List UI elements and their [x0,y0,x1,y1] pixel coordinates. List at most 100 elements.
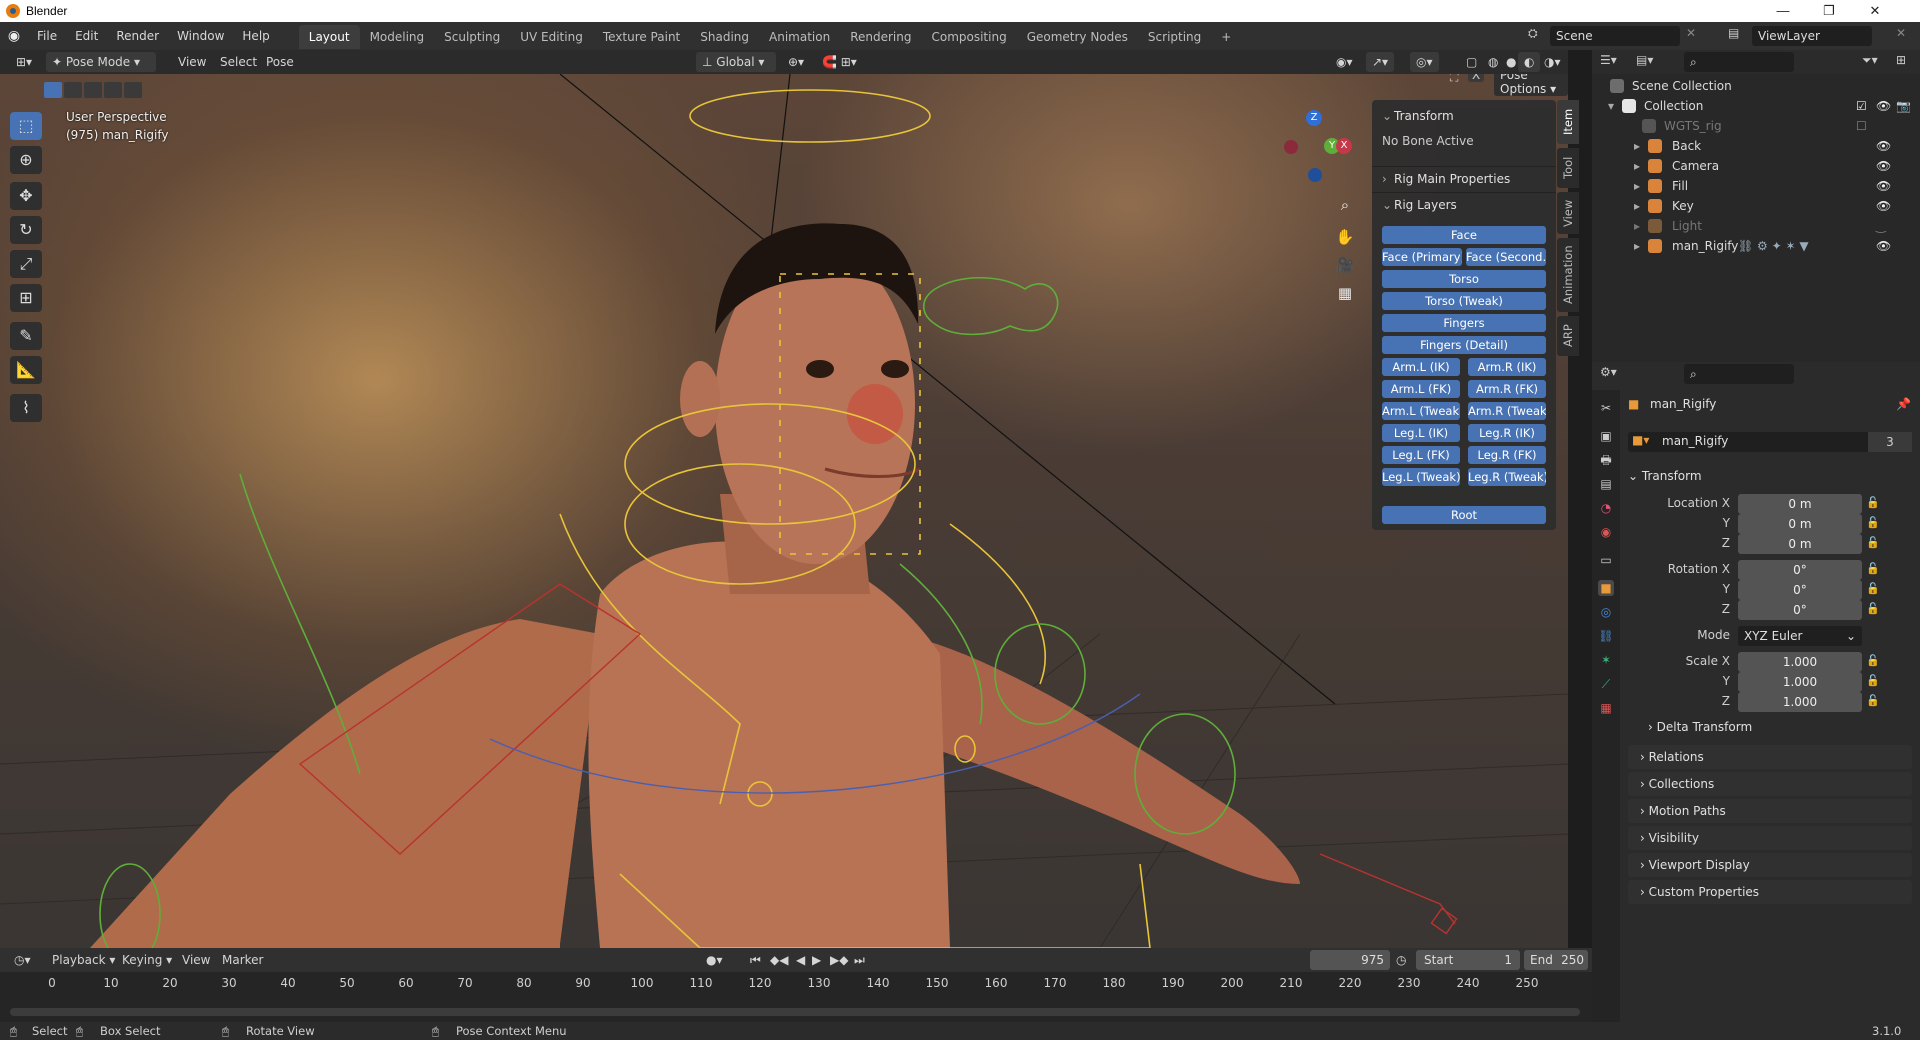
layer-leg-l-ik-button[interactable]: Leg.L (IK) [1382,424,1460,442]
eye-icon[interactable]: 👁 [1876,96,1891,116]
layer-root-button[interactable]: Root [1382,506,1546,524]
tab-tool[interactable]: Tool [1557,148,1579,188]
menu-render[interactable]: Render [107,22,168,50]
eye-icon[interactable]: 👁 [1876,196,1891,216]
gizmo-neg-z-axis[interactable] [1308,168,1322,182]
menu-edit[interactable]: Edit [66,22,107,50]
tab-modeling[interactable]: Modeling [360,25,435,49]
properties-editor-icon[interactable]: ⚙▾ [1600,365,1617,379]
rig-layers-section-header[interactable]: ⌄ Rig Layers [1372,192,1556,216]
current-frame-field[interactable]: 975 [1310,950,1390,970]
close-icon[interactable]: ✕ [1852,0,1898,22]
overlay-toggle-icon[interactable]: ◎▾ [1410,52,1439,72]
clock-icon[interactable]: ◷ [1390,950,1412,970]
lock-icon[interactable]: 🔓 [1866,536,1880,549]
layer-arm-l-tweak-button[interactable]: Arm.L (Tweak) [1382,402,1460,420]
scale-x-field[interactable]: 1.000 [1738,652,1862,672]
rotation-y-field[interactable]: 0° [1738,580,1862,600]
gizmo-neg-x-axis[interactable] [1284,140,1298,154]
close-view-layer-icon[interactable]: ✕ [1896,26,1906,40]
location-x-field[interactable]: 0 m [1738,494,1862,514]
expand-arrow-icon[interactable]: ▸ [1634,156,1640,176]
layer-face-primary-button[interactable]: Face (Primary) [1382,248,1462,266]
rotation-z-field[interactable]: 0° [1738,600,1862,620]
select-subtract-icon[interactable] [84,82,102,98]
layer-fingers-button[interactable]: Fingers [1382,314,1546,332]
properties-search-input[interactable]: ⌕ [1684,364,1794,384]
transform-tool-icon[interactable]: ⊞ [10,284,42,312]
scene-selector[interactable]: Scene [1550,26,1680,46]
menu-view[interactable]: View [172,52,212,72]
x-mirror-toggle[interactable]: X [1468,74,1485,82]
outliner-row-key[interactable]: ▸ Key 👁 [1592,196,1920,216]
eye-icon[interactable]: 👁 [1876,236,1891,256]
menu-help[interactable]: Help [233,22,278,50]
tab-item[interactable]: Item [1557,100,1579,144]
menu-marker[interactable]: Marker [216,950,269,970]
eye-hidden-icon[interactable]: ‿ [1876,216,1886,236]
tab-view[interactable]: View [1557,192,1579,234]
jump-end-icon[interactable]: ⏭ [848,950,871,970]
menu-window[interactable]: Window [168,22,233,50]
gizmo-z-axis[interactable]: Z [1306,110,1322,126]
layer-arm-r-ik-button[interactable]: Arm.R (IK) [1468,358,1546,376]
tab-layout[interactable]: Layout [298,25,360,49]
tab-rendering[interactable]: Rendering [840,25,921,49]
tab-compositing[interactable]: Compositing [921,25,1016,49]
snap-icon[interactable]: 🧲 ⊞▾ [816,52,863,72]
render-properties-icon[interactable]: ▣ [1598,428,1614,444]
transform-panel-header[interactable]: ⌄ Transform [1628,464,1912,488]
outliner-row-back[interactable]: ▸ Back 👁 [1592,136,1920,156]
relations-panel[interactable]: › Relations [1628,745,1912,769]
editor-type-icon[interactable]: ⊞▾ [10,52,38,72]
outliner-editor-icon[interactable]: ☰▾ [1600,53,1617,67]
tab-shading[interactable]: Shading [690,25,759,49]
select-new-icon[interactable] [44,82,62,98]
select-box-tool-icon[interactable]: ⬚ [10,112,42,140]
menu-keying[interactable]: Keying ▾ [116,950,178,970]
visibility-icon[interactable]: ◉▾ [1330,52,1359,72]
user-count[interactable]: 3 [1868,432,1912,452]
zoom-icon[interactable]: ⌕ [1332,192,1358,218]
location-y-field[interactable]: 0 m [1738,514,1862,534]
pan-hand-icon[interactable]: ✋ [1332,224,1358,250]
lock-icon[interactable]: 🔓 [1866,654,1880,667]
layer-torso-button[interactable]: Torso [1382,270,1546,288]
layer-leg-l-fk-button[interactable]: Leg.L (FK) [1382,446,1460,464]
include-checkbox-icon[interactable]: ☑ [1856,96,1867,116]
menu-pose[interactable]: Pose [260,52,300,72]
select-intersect-icon[interactable] [124,82,142,98]
layer-fingers-detail-button[interactable]: Fingers (Detail) [1382,336,1546,354]
outliner-row-scene-collection[interactable]: Scene Collection [1592,76,1920,96]
lock-icon[interactable]: 🔓 [1866,582,1880,595]
rendered-shading-icon[interactable]: ◑▾ [1538,52,1567,72]
transform-affect-icon[interactable]: ⛶ [1450,74,1458,85]
tab-scripting[interactable]: Scripting [1138,25,1211,49]
new-collection-icon[interactable]: ⊞ [1896,53,1906,67]
lock-icon[interactable]: 🔓 [1866,562,1880,575]
xray-icon[interactable]: ▢ [1460,52,1483,72]
outliner-row-man-rigify[interactable]: ▸ man_Rigify ⛓ ⚙ ✦ ✶ ▼ 👁 [1592,236,1920,256]
tab-animation-sidebar[interactable]: Animation [1557,238,1579,312]
tab-animation[interactable]: Animation [759,25,840,49]
layer-arm-r-tweak-button[interactable]: Arm.R (Tweak) [1468,402,1546,420]
custom-properties-panel[interactable]: › Custom Properties [1628,880,1912,904]
lock-icon[interactable]: 🔓 [1866,602,1880,615]
orientation-selector[interactable]: ⊥ Global ▾ [696,52,776,72]
eye-icon[interactable]: 👁 [1876,136,1891,156]
expand-arrow-icon[interactable]: ▸ [1634,196,1640,216]
layer-arm-r-fk-button[interactable]: Arm.R (FK) [1468,380,1546,398]
bone-relax-tool-icon[interactable]: ⌇ [10,394,42,422]
display-mode-icon[interactable]: ▤▾ [1636,53,1653,67]
layer-leg-r-ik-button[interactable]: Leg.R (IK) [1468,424,1546,442]
outliner-row-wgts[interactable]: WGTS_rig ☐ [1592,116,1920,136]
layer-arm-l-ik-button[interactable]: Arm.L (IK) [1382,358,1460,376]
eye-icon[interactable]: 👁 [1876,176,1891,196]
close-scene-icon[interactable]: ✕ [1686,26,1696,40]
tab-uv-editing[interactable]: UV Editing [510,25,593,49]
eye-icon[interactable]: 👁 [1876,156,1891,176]
outliner-row-collection[interactable]: ▾ Collection ☑ 👁 📷 [1592,96,1920,116]
menu-file[interactable]: File [28,22,66,50]
tab-arp[interactable]: ARP [1557,316,1579,356]
view-layer-selector[interactable]: ViewLayer [1752,26,1872,46]
